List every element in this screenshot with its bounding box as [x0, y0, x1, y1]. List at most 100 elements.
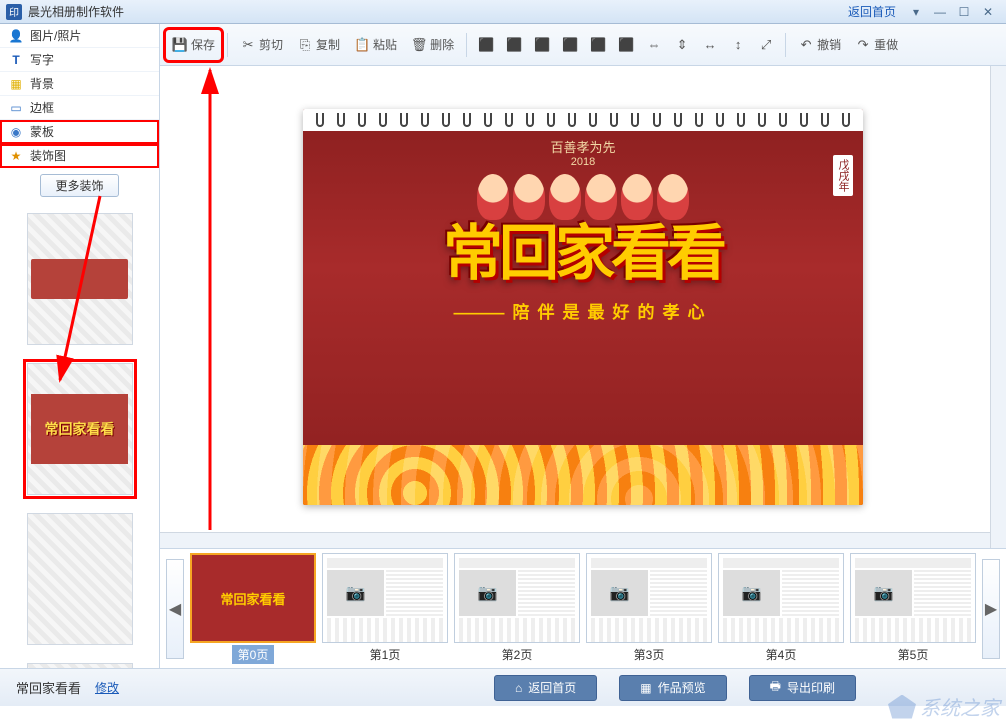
content-area: 💾 保存 ✂ 剪切 ⎘ 复制 📋 粘贴 🗑 删除 ⬛ ⬛ ⬛: [160, 24, 1006, 668]
camera-icon: 📷: [327, 570, 384, 616]
align-center-h-button[interactable]: ⬛: [501, 30, 527, 60]
decoration-thumb[interactable]: [27, 663, 133, 668]
album-year: 2018: [303, 156, 863, 168]
close-button[interactable]: ✕: [976, 3, 1000, 21]
align-right-icon: ⬛: [534, 37, 550, 53]
redo-button[interactable]: ↷ 重做: [849, 30, 904, 60]
preview-button[interactable]: ▦ 作品预览: [619, 675, 726, 701]
print-icon: 🖶: [770, 677, 781, 698]
sidebar-item-border[interactable]: ▭ 边框: [0, 96, 159, 120]
titlebar: 印 晨光相册制作软件 返回首页 ▾ — ☐ ✕: [0, 0, 1006, 24]
undo-icon: ↶: [798, 37, 814, 53]
more-decorations-button[interactable]: 更多装饰: [40, 174, 118, 197]
cut-button[interactable]: ✂ 剪切: [234, 30, 289, 60]
copy-button[interactable]: ⎘ 复制: [291, 30, 346, 60]
pages-strip: ◀ 常回家看看 第0页 📷 第1页 📷 第2页 📷 第3页: [160, 548, 1006, 668]
camera-icon: 📷: [723, 570, 780, 616]
sidebar-item-label: 背景: [30, 75, 54, 92]
page-thumb-2[interactable]: 📷 第2页: [454, 553, 580, 664]
distribute-v-button[interactable]: ⇕: [669, 30, 695, 60]
paste-icon: 📋: [354, 37, 370, 53]
align-top-icon: ⬛: [562, 37, 578, 53]
sidebar-item-label: 图片/照片: [30, 27, 81, 44]
sidebar-item-text[interactable]: T 写字: [0, 48, 159, 72]
save-button[interactable]: 💾 保存: [166, 30, 221, 60]
camera-icon: 📷: [591, 570, 648, 616]
toolbar: 💾 保存 ✂ 剪切 ⎘ 复制 📋 粘贴 🗑 删除 ⬛ ⬛ ⬛: [160, 24, 1006, 66]
flower-decoration: [303, 445, 863, 505]
align-right-button[interactable]: ⬛: [529, 30, 555, 60]
page-thumb-4[interactable]: 📷 第4页: [718, 553, 844, 664]
text-icon: T: [8, 52, 24, 68]
sidebar-item-label: 蒙板: [30, 123, 54, 140]
distribute-h-button[interactable]: ⇔: [641, 30, 667, 60]
decoration-thumb[interactable]: [27, 213, 133, 345]
align-bottom-button[interactable]: ⬛: [613, 30, 639, 60]
decoration-thumb[interactable]: [27, 513, 133, 645]
mask-icon: ◉: [8, 124, 24, 140]
sidebar-item-mask[interactable]: ◉ 蒙板: [0, 120, 159, 144]
border-icon: ▭: [8, 100, 24, 116]
equal-width-icon: ↔: [702, 37, 718, 53]
maximize-button[interactable]: ☐: [952, 3, 976, 21]
album-top-text: 百善孝为先: [303, 137, 863, 156]
equal-height-icon: ↕: [730, 37, 746, 53]
home-icon: ⌂: [515, 681, 522, 695]
back-home-button[interactable]: ⌂ 返回首页: [494, 675, 597, 701]
equal-size-icon: ⤢: [758, 37, 774, 53]
equal-height-button[interactable]: ↕: [725, 30, 751, 60]
project-name: 常回家看看: [16, 678, 81, 697]
home-link[interactable]: 返回首页: [848, 3, 896, 20]
horizontal-scrollbar[interactable]: [160, 532, 990, 548]
album-main-title: 常回家看看: [303, 224, 863, 284]
preview-icon: ▦: [640, 681, 651, 695]
vertical-scrollbar[interactable]: [990, 66, 1006, 548]
settings-dropdown-icon[interactable]: ▾: [904, 3, 928, 21]
strip-next-button[interactable]: ▶: [982, 559, 1000, 659]
align-center-h-icon: ⬛: [506, 37, 522, 53]
paste-button[interactable]: 📋 粘贴: [348, 30, 403, 60]
trash-icon: 🗑: [411, 37, 427, 53]
page-thumb-0[interactable]: 常回家看看 第0页: [190, 553, 316, 664]
canvas-area[interactable]: 百善孝为先 2018 戊戌年 常回家看看 ———陪伴是最好的孝心 ▭ ✕: [160, 66, 1006, 548]
scissors-icon: ✂: [240, 37, 256, 53]
camera-icon: 📷: [855, 570, 912, 616]
page-thumb-3[interactable]: 📷 第3页: [586, 553, 712, 664]
decoration-preview: 常回家看看: [31, 394, 129, 464]
album-subtitle: ———陪伴是最好的孝心: [303, 298, 863, 323]
export-print-button[interactable]: 🖶 导出印刷: [749, 675, 856, 701]
align-center-v-icon: ⬛: [590, 37, 606, 53]
undo-button[interactable]: ↶ 撤销: [792, 30, 847, 60]
camera-icon: 📷: [459, 570, 516, 616]
distribute-h-icon: ⇔: [646, 37, 662, 53]
align-left-icon: ⬛: [478, 37, 494, 53]
decoration-thumb[interactable]: 常回家看看: [27, 363, 133, 495]
sidebar-item-background[interactable]: ▦ 背景: [0, 72, 159, 96]
distribute-v-icon: ⇕: [674, 37, 690, 53]
sidebar-item-label: 边框: [30, 99, 54, 116]
save-icon: 💾: [172, 37, 188, 53]
minimize-button[interactable]: —: [928, 3, 952, 21]
album-page[interactable]: 百善孝为先 2018 戊戌年 常回家看看 ———陪伴是最好的孝心 ▭ ✕: [303, 109, 863, 505]
spiral-binding: [303, 109, 863, 131]
copy-icon: ⎘: [297, 37, 313, 53]
modify-link[interactable]: 修改: [95, 679, 119, 696]
equal-width-button[interactable]: ↔: [697, 30, 723, 60]
bottom-bar: 常回家看看 修改 ⌂ 返回首页 ▦ 作品预览 🖶 导出印刷: [0, 668, 1006, 706]
sidebar-item-label: 写字: [30, 51, 54, 68]
decoration-panel: 常回家看看: [0, 203, 159, 668]
sidebar-item-photo[interactable]: 👤 图片/照片: [0, 24, 159, 48]
align-left-button[interactable]: ⬛: [473, 30, 499, 60]
background-icon: ▦: [8, 76, 24, 92]
delete-button[interactable]: 🗑 删除: [405, 30, 460, 60]
sidebar-item-label: 装饰图: [30, 147, 66, 164]
app-icon: 印: [6, 4, 22, 20]
strip-prev-button[interactable]: ◀: [166, 559, 184, 659]
sidebar-item-decoration[interactable]: ★ 装饰图: [0, 144, 159, 168]
align-top-button[interactable]: ⬛: [557, 30, 583, 60]
align-center-v-button[interactable]: ⬛: [585, 30, 611, 60]
page-thumb-5[interactable]: 📷 第5页: [850, 553, 976, 664]
page-thumb-1[interactable]: 📷 第1页: [322, 553, 448, 664]
person-icon: 👤: [8, 28, 24, 44]
equal-size-button[interactable]: ⤢: [753, 30, 779, 60]
